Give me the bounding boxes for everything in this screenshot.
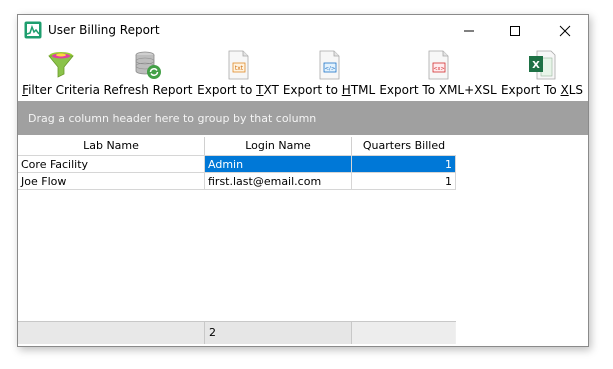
table-row[interactable]: Core Facility Admin 1 — [18, 155, 456, 173]
export-txt-label: XT — [263, 83, 279, 97]
html-file-icon: </> — [319, 50, 340, 80]
summary-footer: 2 — [18, 321, 456, 344]
maximize-button[interactable] — [492, 15, 538, 47]
cell-lab-name[interactable]: Joe Flow — [18, 173, 205, 190]
refresh-report-button[interactable]: Refresh Report — [104, 47, 192, 99]
footer-cell-login-count: 2 — [205, 322, 352, 344]
export-txt-label-pre: Export to — [197, 83, 257, 97]
minimize-icon — [464, 30, 474, 32]
cell-lab-name[interactable]: Core Facility — [18, 155, 205, 173]
export-xls-label-pre: Export To — [500, 83, 561, 97]
footer-cell-quarters — [352, 322, 455, 344]
cell-login-name[interactable]: first.last@email.com — [205, 173, 352, 190]
group-by-hint: Drag a column header here to group by th… — [28, 112, 317, 125]
cell-login-name[interactable]: Admin — [205, 155, 352, 173]
column-header-login-name[interactable]: Login Name — [205, 137, 352, 155]
export-txt-button[interactable]: txt Export to TXT — [197, 47, 279, 99]
column-header-quarters-billed[interactable]: Quarters Billed — [352, 137, 456, 155]
cell-quarters-billed[interactable]: 1 — [352, 155, 456, 173]
funnel-icon — [48, 52, 74, 78]
export-xls-mnemonic: X — [560, 83, 569, 97]
column-header-lab-name[interactable]: Lab Name — [18, 137, 205, 155]
refresh-database-icon — [135, 51, 161, 79]
svg-text:</>: </> — [324, 66, 335, 72]
export-xml-xsl-label: Export To XML+XSL — [379, 83, 497, 97]
row-count: 2 — [209, 326, 216, 339]
svg-text:<x>: <x> — [433, 66, 444, 72]
export-html-label: TML — [350, 83, 376, 97]
svg-text:txt: txt — [235, 65, 244, 72]
close-button[interactable] — [542, 15, 588, 47]
export-xls-label: LS — [568, 83, 584, 97]
export-xls-button[interactable]: X Export To XLS — [500, 47, 584, 99]
filter-criteria-button[interactable]: Filter Criteria — [22, 47, 100, 99]
export-html-label-pre: Export to — [282, 83, 342, 97]
refresh-report-label: Refresh Report — [103, 83, 193, 97]
filter-criteria-label: ilter Criteria — [28, 83, 100, 97]
export-xml-xsl-button[interactable]: <x> Export To XML+XSL — [379, 47, 497, 99]
svg-text:X: X — [532, 60, 540, 71]
export-html-mnemonic: H — [341, 83, 351, 97]
close-icon — [559, 25, 571, 37]
xml-file-icon: <x> — [428, 50, 449, 80]
excel-file-icon: X — [529, 50, 556, 80]
minimize-button[interactable] — [446, 15, 492, 47]
app-icon — [24, 21, 42, 39]
group-by-panel[interactable]: Drag a column header here to group by th… — [18, 101, 588, 135]
maximize-icon — [510, 26, 520, 36]
toolbar: Filter Criteria Refresh Report txt Expor… — [18, 47, 588, 99]
footer-cell-lab-name — [18, 322, 205, 344]
title-bar[interactable]: User Billing Report — [18, 15, 588, 47]
txt-file-icon: txt — [228, 50, 249, 80]
window-title: User Billing Report — [48, 23, 160, 37]
cell-quarters-billed[interactable]: 1 — [352, 173, 456, 190]
report-window: User Billing Report Filter Criteria Refr… — [17, 14, 589, 347]
table-row[interactable]: Joe Flow first.last@email.com 1 — [18, 173, 456, 191]
export-html-button[interactable]: </> Export to HTML — [282, 47, 376, 99]
